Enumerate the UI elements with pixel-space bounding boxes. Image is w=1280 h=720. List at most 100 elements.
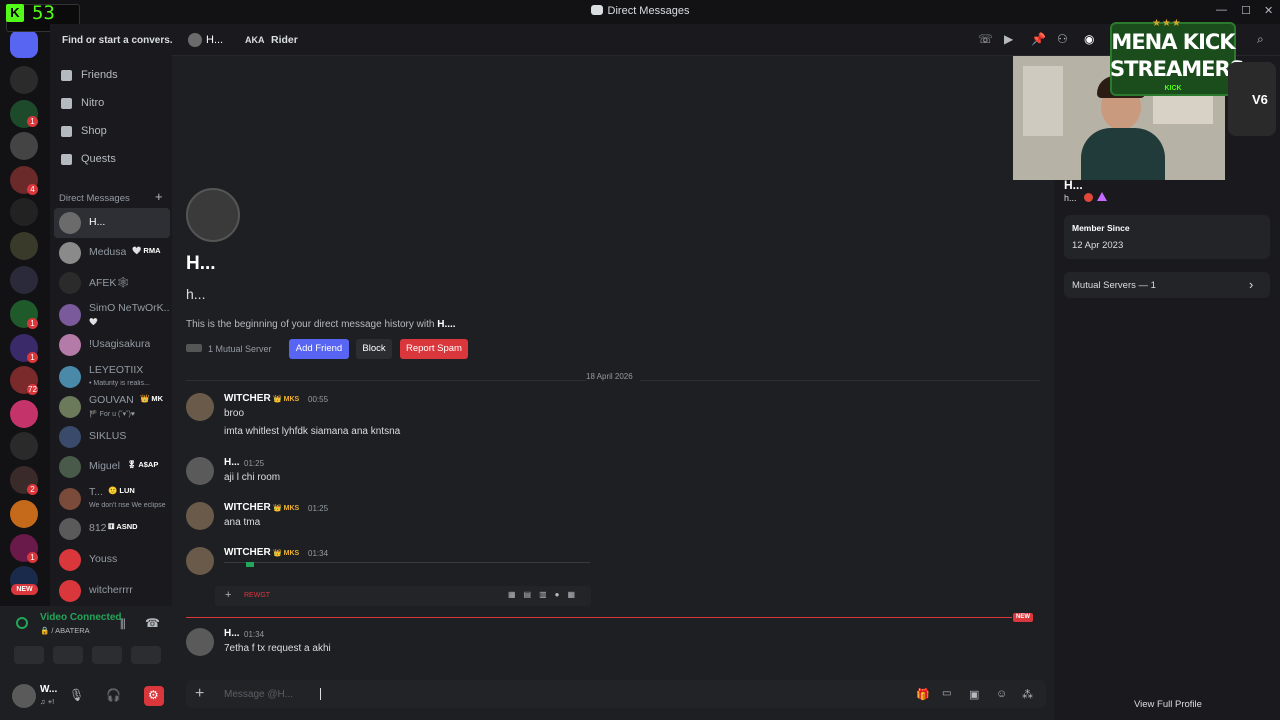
server-icon[interactable] — [10, 232, 38, 260]
guild-tag: 🙂 LUN — [108, 486, 135, 495]
close-icon[interactable]: ✕ — [1264, 4, 1273, 17]
camera-button[interactable] — [14, 646, 44, 664]
avatar — [59, 242, 81, 264]
server-icon[interactable] — [10, 132, 38, 160]
avatar[interactable] — [186, 628, 214, 656]
shop-icon — [61, 126, 72, 137]
avatar[interactable] — [186, 393, 214, 421]
home-button[interactable] — [10, 30, 38, 58]
disconnect-icon[interactable]: ☎ — [145, 616, 160, 630]
server-icon[interactable] — [10, 266, 38, 294]
dm-status: 🏴 For u (˘▾˘)♥ — [89, 411, 135, 418]
add-icon[interactable]: + — [225, 589, 231, 601]
intro-avatar[interactable] — [186, 188, 240, 242]
server-icon[interactable] — [10, 432, 38, 460]
add-attachment-icon[interactable]: + — [195, 685, 204, 703]
gif-icon[interactable]: ▭ — [942, 688, 951, 699]
message-author[interactable]: WITCHER — [224, 393, 271, 404]
headphones-icon[interactable]: 🎧 — [106, 688, 121, 702]
minimize-icon[interactable]: — — [1216, 4, 1227, 16]
message-author[interactable]: H... — [224, 457, 240, 468]
timestamp: 01:34 — [244, 630, 265, 639]
search-icon[interactable]: ⌕ — [1257, 32, 1264, 47]
message-author[interactable]: WITCHER — [224, 547, 271, 558]
maximize-icon[interactable]: ☐ — [1241, 4, 1251, 17]
avatar[interactable] — [186, 547, 214, 575]
report-spam-button[interactable]: Report Spam — [400, 339, 468, 359]
dm-item[interactable]: !Usagisakura — [54, 330, 170, 360]
add-friend-button[interactable]: Add Friend — [289, 339, 349, 359]
nav-nitro[interactable]: Nitro — [58, 93, 170, 115]
user-name: W... — [40, 684, 58, 695]
dm-item[interactable]: Medusa 🤍 RMA — [54, 238, 170, 268]
emoji-icon[interactable]: ☺ — [996, 688, 1007, 700]
dm-name: GOUVAN — [89, 394, 134, 406]
message-author[interactable]: WITCHER — [224, 502, 271, 513]
avatar[interactable] — [12, 684, 36, 708]
add-friends-icon[interactable]: ⚇ — [1057, 32, 1068, 46]
game-icon — [246, 562, 254, 567]
avatar[interactable] — [186, 502, 214, 530]
avatar — [59, 366, 81, 388]
server-icon[interactable] — [10, 400, 38, 428]
guild-tag: ⚅ ASND — [108, 522, 138, 531]
guild-tag: 👑 MKS — [273, 505, 300, 512]
dm-item[interactable]: 812 ⚅ ASND — [54, 514, 170, 544]
dm-item[interactable]: Youss — [54, 545, 170, 575]
nav-friends[interactable]: Friends — [58, 65, 170, 87]
dm-item[interactable]: AFEK🕸 — [54, 268, 170, 298]
dm-item[interactable]: Miguel 🎖 A$AP — [54, 452, 170, 482]
voice-status: Video Connected — [40, 612, 122, 623]
dm-status: 🤍 — [89, 319, 98, 326]
message-input[interactable]: Message @H... — [224, 689, 293, 700]
user-profile-icon[interactable]: ◉ — [1084, 32, 1094, 46]
nav-shop[interactable]: Shop — [58, 121, 170, 143]
screen-share-button[interactable] — [53, 646, 83, 664]
video-call-icon[interactable]: ▶ — [1004, 32, 1013, 46]
soundboard-button[interactable] — [131, 646, 161, 664]
nav-quests[interactable]: Quests — [58, 149, 170, 171]
embedded-attachment[interactable] — [224, 562, 590, 580]
dm-item[interactable]: SIKLUS — [54, 422, 170, 452]
dm-name: AFEK🕸 — [89, 277, 130, 289]
signal-icon — [16, 617, 28, 629]
guild-tag: 👑 MKS — [273, 396, 300, 403]
attachment-actions[interactable]: ▦▤▥●▦ — [508, 590, 583, 599]
server-icon — [186, 344, 202, 352]
apps-icon[interactable]: ⁂ — [1022, 688, 1033, 701]
voice-call-icon[interactable]: ☏ — [978, 32, 993, 46]
view-full-profile-link[interactable]: View Full Profile — [1134, 699, 1202, 710]
block-button[interactable]: Block — [356, 339, 392, 359]
date-divider: 18 April 2026 — [586, 372, 633, 381]
dm-section-header: Direct Messages — [59, 193, 130, 204]
dm-item[interactable]: T... 🙂 LUN We don't rise We eclipse — [54, 484, 170, 514]
dm-item[interactable]: SimO NeTwOrK... 🤍 — [54, 300, 170, 330]
pin-icon[interactable]: 📌 — [1031, 32, 1046, 46]
timestamp: 00:55 — [308, 395, 329, 404]
server-icon[interactable] — [10, 198, 38, 226]
stars-icon: ★★★ — [1152, 18, 1182, 29]
new-dm-button[interactable]: + — [155, 189, 163, 204]
message-author[interactable]: H... — [224, 628, 240, 639]
dm-item[interactable]: H... — [54, 208, 170, 238]
gift-icon[interactable]: 🎁 — [916, 688, 930, 701]
dm-title[interactable]: H... — [206, 34, 223, 46]
sticker-icon[interactable]: ▣ — [969, 688, 979, 701]
activities-button[interactable] — [92, 646, 122, 664]
microphone-icon[interactable]: 🎙 — [69, 688, 84, 702]
dm-item[interactable]: LEYEOTIIX • Maturity is realis... — [54, 362, 170, 392]
noise-icon[interactable]: ⫼ — [120, 617, 126, 632]
server-icon[interactable] — [10, 500, 38, 528]
avatar[interactable] — [186, 457, 214, 485]
mutual-servers-label: Mutual Servers — 1 — [1072, 280, 1156, 291]
guild-tag: 🎖 A$AP — [127, 460, 159, 469]
mutual-server-link[interactable]: 1 Mutual Server — [208, 344, 272, 354]
member-since-card — [1064, 215, 1270, 259]
server-icon[interactable] — [10, 66, 38, 94]
dm-name: Miguel — [89, 460, 120, 472]
dm-item[interactable]: GOUVAN 👑 MK 🏴 For u (˘▾˘)♥ — [54, 392, 170, 422]
logo-line1: MENA KICK — [1111, 30, 1235, 54]
mena-kick-logo: ★★★ MENA KICK STREAMERS KICK — [1110, 18, 1245, 96]
message-text: 7etha f tx request a akhi — [224, 643, 331, 654]
dm-item[interactable]: witcherrrr — [54, 576, 170, 606]
